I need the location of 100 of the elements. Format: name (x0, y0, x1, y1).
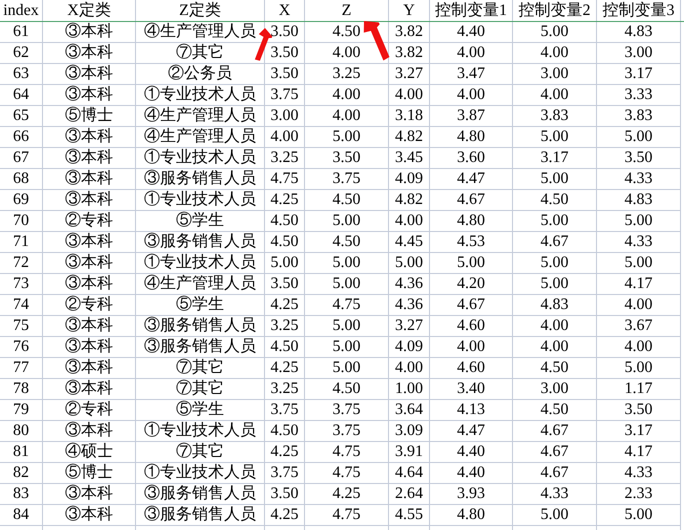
table-cell: ③本科 (43, 316, 136, 337)
table-cell: 5.00 (389, 253, 430, 274)
table-cell: 4.33 (597, 232, 681, 253)
table-cell: 70 (0, 211, 43, 232)
table-cell: 3.09 (389, 421, 430, 442)
table-cell: 80 (0, 421, 43, 442)
table-cell: 4.75 (305, 505, 389, 526)
table-cell: 5.00 (513, 274, 597, 295)
table-cell: 4.00 (513, 43, 597, 64)
table-cell: 4.00 (513, 85, 597, 106)
table-cell: 4.64 (389, 463, 430, 484)
table-cell: ②专科 (43, 211, 136, 232)
table-cell: ③服务销售人员 (136, 316, 265, 337)
table-cell: 4.25 (265, 190, 305, 211)
table-cell: 83 (0, 484, 43, 505)
table-cell: 5.00 (265, 253, 305, 274)
table-cell: 61 (0, 22, 43, 43)
table-cell: 4.67 (513, 442, 597, 463)
table-cell: 4.25 (305, 484, 389, 505)
table-cell: ③本科 (43, 127, 136, 148)
table-cell: 4.33 (597, 169, 681, 190)
table-cell: 71 (0, 232, 43, 253)
table-cell: 3.27 (389, 316, 430, 337)
table-cell: 4.00 (305, 106, 389, 127)
table-cell: 3.87 (430, 106, 513, 127)
table-cell: 3.40 (430, 379, 513, 400)
table-cell: 4.75 (265, 169, 305, 190)
table-cell: 4.53 (430, 232, 513, 253)
table-cell: 5.00 (305, 253, 389, 274)
table-cell: ④生产管理人员 (136, 106, 265, 127)
table-cell: 4.50 (305, 379, 389, 400)
table-cell: 75 (0, 316, 43, 337)
table-cell: 1.17 (597, 379, 681, 400)
table-cell: ③本科 (43, 337, 136, 358)
table-cell: 4.36 (389, 274, 430, 295)
table-cell: ③本科 (43, 232, 136, 253)
table-cell: ③本科 (43, 169, 136, 190)
table-cell: 3.25 (265, 148, 305, 169)
table-cell: 4.47 (430, 169, 513, 190)
table-cell: 4.00 (597, 337, 681, 358)
table-cell: 4.13 (430, 400, 513, 421)
table-cell: ③本科 (43, 358, 136, 379)
table-cell: ③服务销售人员 (136, 169, 265, 190)
table-cell: 76 (0, 337, 43, 358)
table-cell: 4.00 (305, 85, 389, 106)
table-cell: ①专业技术人员 (136, 463, 265, 484)
table-cell: 4.00 (430, 85, 513, 106)
table-cell: 4.09 (389, 337, 430, 358)
table-cell: ③服务销售人员 (136, 484, 265, 505)
table-cell: 4.67 (430, 190, 513, 211)
table-cell: 4.67 (513, 232, 597, 253)
table-cell: 3.75 (265, 85, 305, 106)
table-cell: 4.33 (597, 463, 681, 484)
table-cell: 3.67 (597, 316, 681, 337)
table-cell: 4.50 (305, 190, 389, 211)
table-cell: 4.00 (389, 211, 430, 232)
table-cell: ③本科 (43, 64, 136, 85)
table-cell: 82 (0, 463, 43, 484)
table-cell: ③本科 (43, 253, 136, 274)
column-header: Z定类 (136, 0, 265, 21)
table-cell: 3.25 (265, 316, 305, 337)
table-cell: 5.00 (513, 169, 597, 190)
table-cell: ③本科 (43, 43, 136, 64)
table-cell: 3.93 (430, 484, 513, 505)
table-cell: 62 (0, 43, 43, 64)
column-header: index (0, 0, 43, 21)
table-cell: 4.45 (389, 232, 430, 253)
table-cell: 4.20 (430, 274, 513, 295)
table-cell: 4.60 (430, 358, 513, 379)
table-cell: 5.00 (597, 211, 681, 232)
table-cell: 67 (0, 148, 43, 169)
column-header: 控制变量3 (597, 0, 681, 21)
column-header: Y (389, 0, 430, 21)
table-cell: 81 (0, 442, 43, 463)
table-cell: 4.00 (430, 337, 513, 358)
table-cell: 78 (0, 379, 43, 400)
column-header: X (265, 0, 305, 21)
table-cell: 3.27 (389, 64, 430, 85)
table-cell: 5.00 (305, 211, 389, 232)
table-cell: 4.25 (265, 442, 305, 463)
table-cell: 4.50 (513, 358, 597, 379)
table-cell: 3.91 (389, 442, 430, 463)
table-cell: 5.00 (305, 337, 389, 358)
table-cell: ②公务员 (136, 64, 265, 85)
table-cell: 4.80 (430, 127, 513, 148)
table-cell: ③本科 (43, 421, 136, 442)
column-header: X定类 (43, 0, 136, 21)
table-cell: 3.17 (597, 421, 681, 442)
table-cell: 3.00 (265, 106, 305, 127)
table-cell: 5.00 (513, 211, 597, 232)
table-cell: 4.36 (389, 295, 430, 316)
table-cell: 73 (0, 274, 43, 295)
table-cell: 4.00 (389, 85, 430, 106)
table-cell: 4.25 (265, 295, 305, 316)
table-cell: ③服务销售人员 (136, 505, 265, 526)
table-cell: 3.17 (597, 64, 681, 85)
table-cell: 4.50 (513, 190, 597, 211)
table-cell: ③本科 (43, 379, 136, 400)
table-cell: ③本科 (43, 484, 136, 505)
table-cell: 4.50 (265, 211, 305, 232)
